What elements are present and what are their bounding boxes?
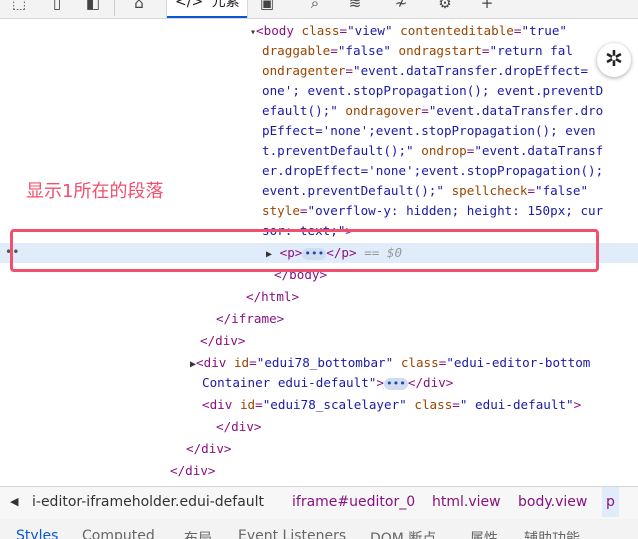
bottombar-line[interactable]: ▶<div id="edui78_bottombar" class="edui-… bbox=[190, 353, 590, 373]
tab-styles[interactable]: Styles bbox=[16, 528, 58, 539]
tab-computed[interactable]: Computed bbox=[82, 528, 155, 539]
toolbar-divider bbox=[114, 0, 115, 16]
breadcrumb-item[interactable]: i-editor-iframeholder.edui-default bbox=[32, 487, 264, 517]
devtools-toolbar: ⬚ ▯ ◧ ⌂ </> 元素 ▣ ⌕ ≋ ≁ ⚙ + bbox=[0, 0, 638, 19]
breadcrumb-item[interactable]: iframe#ueditor_0 bbox=[292, 487, 415, 517]
body-attr-line: efault();" ondragover="event.dataTransfe… bbox=[262, 103, 604, 118]
settings-icon[interactable]: ⚙ bbox=[436, 0, 454, 12]
close-div-line[interactable]: </div> bbox=[170, 461, 216, 481]
close-iframe-line[interactable]: </iframe> bbox=[216, 309, 284, 329]
inspect-icon[interactable]: ⬚ bbox=[10, 0, 28, 12]
breadcrumb-item[interactable]: html.view bbox=[432, 487, 501, 517]
add-icon[interactable]: + bbox=[478, 0, 496, 12]
breadcrumb-item[interactable]: body.view bbox=[518, 487, 587, 517]
body-attr-line: er.dropEffect='none';event.stopPropagati… bbox=[262, 163, 604, 178]
device-icon[interactable]: ▯ bbox=[48, 0, 66, 12]
sources-icon[interactable]: ⌕ bbox=[306, 0, 324, 12]
tab-elements[interactable]: </> 元素 bbox=[166, 0, 248, 18]
styles-subtabs: Styles Computed 布局 Event Listeners DOM 断… bbox=[0, 519, 638, 539]
panel-icon[interactable]: ◧ bbox=[84, 0, 102, 12]
close-div-line[interactable]: </div> bbox=[200, 331, 246, 351]
breadcrumb-item-selected[interactable]: p bbox=[602, 487, 619, 517]
performance-icon[interactable]: ≁ bbox=[392, 0, 410, 12]
console-icon[interactable]: ▣ bbox=[258, 0, 276, 12]
tab-accessibility[interactable]: 辅助功能 bbox=[524, 528, 580, 539]
close-div-line[interactable]: </div> bbox=[216, 417, 262, 437]
tab-dom-breakpoints[interactable]: DOM 断点 bbox=[370, 528, 436, 539]
ellipsis-badge[interactable]: ••• bbox=[383, 377, 408, 390]
tab-properties[interactable]: 属性 bbox=[470, 528, 498, 539]
annotation-box bbox=[10, 229, 599, 272]
body-open-line[interactable]: ▾<body class="view" contenteditable="tru… bbox=[250, 21, 567, 41]
breadcrumb: ◀ i-editor-iframeholder.edui-default ifr… bbox=[0, 486, 638, 520]
body-attr-line: draggable="false" ondragstart="return fa… bbox=[262, 43, 573, 58]
close-div-line[interactable]: </div> bbox=[186, 439, 232, 459]
body-attr-line: style="overflow-y: hidden; height: 150px… bbox=[262, 203, 604, 218]
tab-elements-label: 元素 bbox=[211, 0, 240, 10]
elements-icon: </> bbox=[175, 0, 204, 10]
body-attr-line: one'; event.stopPropagation(); event.pre… bbox=[262, 83, 604, 98]
close-html-line[interactable]: </html> bbox=[246, 287, 299, 307]
home-icon[interactable]: ⌂ bbox=[130, 0, 148, 12]
bottombar-line-cont: Container edui-default"> ••• </div> bbox=[202, 375, 454, 390]
body-attr-line: pEffect='none';event.stopPropagation(); … bbox=[262, 123, 596, 138]
body-attr-line: event.preventDefault();" spellcheck="fal… bbox=[262, 183, 589, 198]
tab-event-listeners[interactable]: Event Listeners bbox=[238, 528, 346, 539]
scalelayer-line[interactable]: <div id="edui78_scalelayer" class=" edui… bbox=[202, 395, 581, 415]
body-attr-line: ondragenter="event.dataTransfer.dropEffe… bbox=[262, 63, 589, 78]
annotation-label: 显示1所在的段落 bbox=[26, 181, 164, 202]
body-attr-line: t.preventDefault();" ondrop="event.dataT… bbox=[262, 143, 604, 158]
network-icon[interactable]: ≋ bbox=[346, 0, 364, 12]
breadcrumb-scroll-left-icon[interactable]: ◀ bbox=[10, 487, 18, 517]
tab-layout[interactable]: 布局 bbox=[184, 528, 212, 539]
accessibility-icon[interactable]: ✲ bbox=[597, 43, 631, 77]
